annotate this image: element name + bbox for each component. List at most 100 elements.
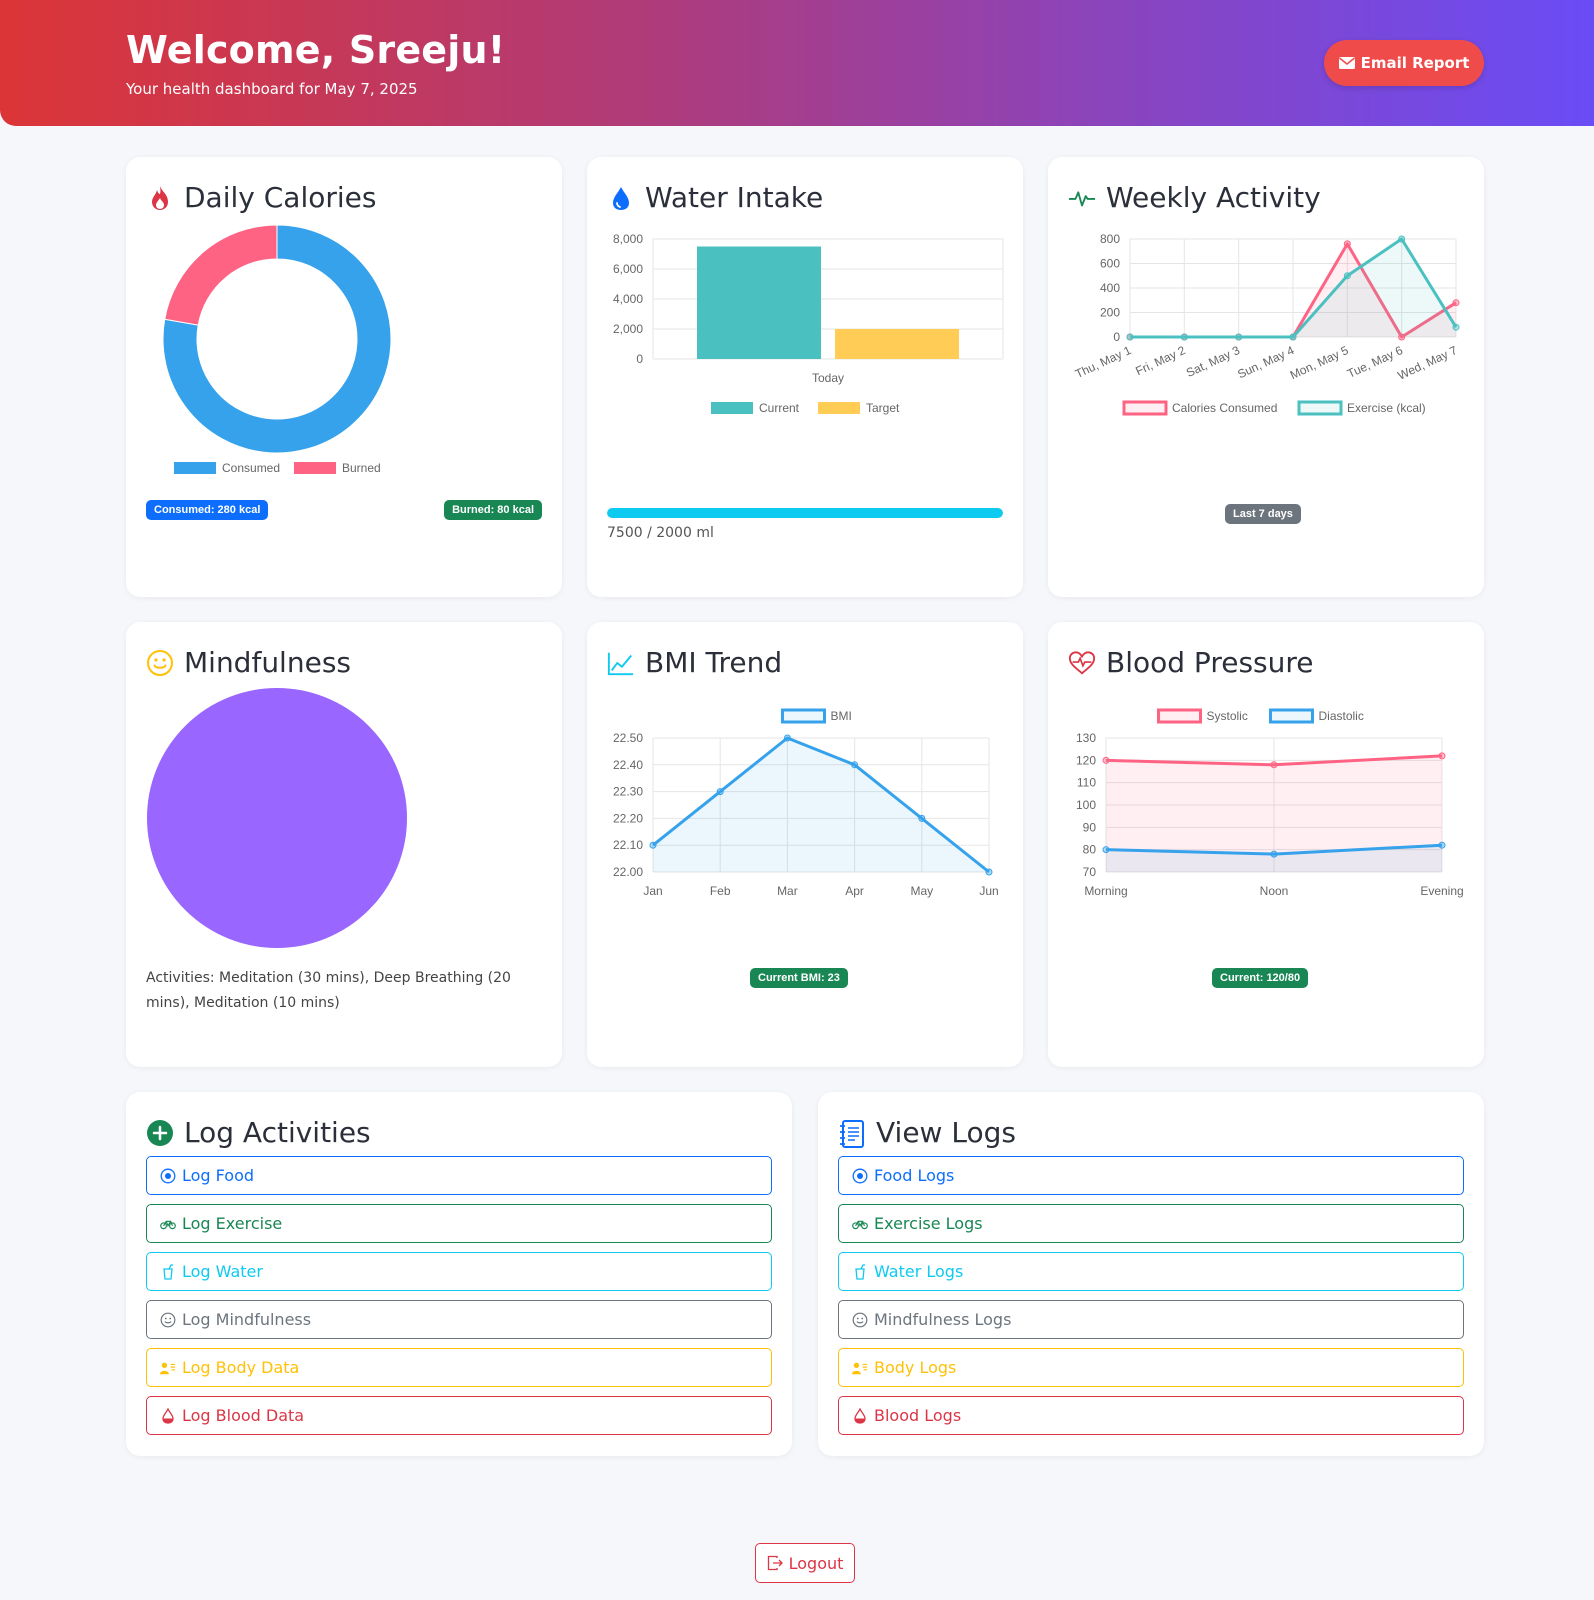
activity-pulse-icon bbox=[1068, 184, 1096, 212]
mindfulness-activities-text: Activities: Meditation (30 mins), Deep B… bbox=[146, 970, 511, 1011]
log-blood-data-label: Log Blood Data bbox=[182, 1406, 305, 1425]
legend-swatch-diastolic bbox=[1269, 708, 1314, 724]
log-body-data-button[interactable]: Log Body Data bbox=[146, 1348, 772, 1387]
x-tick-label: Wed, May 7 bbox=[1396, 343, 1460, 383]
data-point bbox=[851, 761, 859, 769]
legend-swatch-target bbox=[818, 402, 860, 414]
log-activities-title: Log Activities bbox=[184, 1116, 371, 1149]
legend-label-systolic: Systolic bbox=[1207, 709, 1248, 723]
legend-label-current: Current bbox=[759, 401, 800, 415]
legend-swatch-exercise-kcal- bbox=[1297, 400, 1343, 416]
data-point bbox=[783, 734, 791, 742]
logout-button[interactable]: Logout bbox=[755, 1543, 855, 1583]
log-exercise-label: Log Exercise bbox=[182, 1214, 283, 1233]
y-tick-label: 120 bbox=[1076, 753, 1096, 767]
last-7-days-badge: Last 7 days bbox=[1225, 504, 1301, 524]
data-point bbox=[1343, 240, 1351, 248]
log-mindfulness-label: Log Mindfulness bbox=[182, 1310, 312, 1329]
log-water-label: Log Water bbox=[182, 1262, 263, 1281]
weekly-activity-line-chart: 0 200 400 600 800 Thu, May 1 Fri, May 2Sat, Ma… bbox=[1073, 232, 1460, 416]
legend-swatch-current bbox=[711, 402, 753, 414]
x-tick-label: Fri, May 2 bbox=[1133, 343, 1188, 378]
log-food-label: Log Food bbox=[182, 1166, 255, 1185]
data-point bbox=[1398, 235, 1406, 243]
y-tick-label: 22.20 bbox=[613, 811, 643, 825]
water-progress-fill bbox=[607, 508, 1003, 518]
fire-icon bbox=[146, 184, 174, 212]
legend-label-diastolic: Diastolic bbox=[1319, 709, 1364, 723]
y-tick-label: 22.50 bbox=[613, 731, 643, 745]
bmi-trend-card: BMI Trend 22.00 22.10 22.20 22.30 22.40 22.50… bbox=[587, 622, 1023, 1067]
log-exercise-button[interactable]: Log Exercise bbox=[146, 1204, 772, 1243]
legend-label-bmi: BMI bbox=[831, 709, 852, 723]
legend-label-target: Target bbox=[866, 401, 900, 415]
y-tick-label: 8,000 bbox=[613, 232, 643, 246]
x-tick-label: Tue, May 6 bbox=[1345, 343, 1405, 381]
y-tick-label: 2,000 bbox=[613, 322, 643, 336]
body-logs-button[interactable]: Body Logs bbox=[838, 1348, 1464, 1387]
weekly-activity-title: Weekly Activity bbox=[1106, 181, 1321, 214]
graph-up-icon bbox=[607, 649, 635, 677]
plus-circle-icon bbox=[146, 1119, 174, 1147]
food-icon bbox=[852, 1168, 868, 1184]
x-tick-label: Feb bbox=[710, 884, 731, 898]
y-tick-label: 70 bbox=[1083, 865, 1097, 879]
data-point bbox=[1102, 756, 1110, 764]
bicycle-icon bbox=[852, 1216, 868, 1232]
water-logs-button[interactable]: Water Logs bbox=[838, 1252, 1464, 1291]
current-bp-badge: Current: 120/80 bbox=[1212, 968, 1309, 988]
legend-label-exercise-kcal-: Exercise (kcal) bbox=[1347, 401, 1426, 415]
water-logs-label: Water Logs bbox=[874, 1262, 964, 1281]
cup-straw-icon bbox=[160, 1263, 176, 1280]
log-food-button[interactable]: Log Food bbox=[146, 1156, 772, 1195]
food-logs-button[interactable]: Food Logs bbox=[838, 1156, 1464, 1195]
exercise-logs-label: Exercise Logs bbox=[874, 1214, 983, 1233]
food-icon bbox=[160, 1168, 176, 1184]
data-point bbox=[1180, 333, 1188, 341]
bmi-line-chart: 22.00 22.10 22.20 22.30 22.40 22.50 Jan Feb Mar A… bbox=[613, 708, 999, 898]
legend-label-consumed: Consumed bbox=[222, 461, 280, 475]
smile-icon bbox=[146, 649, 174, 677]
mindfulness-logs-button[interactable]: Mindfulness Logs bbox=[838, 1300, 1464, 1339]
x-tick-label: Morning bbox=[1084, 884, 1127, 898]
bmi-trend-title: BMI Trend bbox=[645, 646, 783, 679]
bicycle-icon bbox=[160, 1216, 176, 1232]
y-tick-label: 130 bbox=[1076, 731, 1096, 745]
x-tick-label: Jun bbox=[979, 884, 998, 898]
y-tick-label: 800 bbox=[1100, 232, 1120, 246]
y-tick-label: 4,000 bbox=[613, 292, 643, 306]
log-blood-data-button[interactable]: Log Blood Data bbox=[146, 1396, 772, 1435]
x-tick-label: Noon bbox=[1260, 884, 1289, 898]
email-report-label: Email Report bbox=[1360, 54, 1470, 72]
x-tick-label: Thu, May 1 bbox=[1073, 343, 1134, 381]
exercise-logs-button[interactable]: Exercise Logs bbox=[838, 1204, 1464, 1243]
data-point bbox=[1438, 752, 1446, 760]
data-point bbox=[1452, 323, 1460, 331]
legend-swatch-consumed bbox=[174, 462, 216, 474]
log-mindfulness-button[interactable]: Log Mindfulness bbox=[146, 1300, 772, 1339]
pie-slice bbox=[145, 686, 409, 950]
water-intake-title: Water Intake bbox=[645, 181, 824, 214]
y-tick-label: 110 bbox=[1077, 776, 1096, 790]
email-report-button[interactable]: Email Report bbox=[1324, 40, 1484, 86]
current-bmi-badge: Current BMI: 23 bbox=[750, 968, 848, 988]
y-tick-label: 80 bbox=[1083, 843, 1097, 857]
bar-current bbox=[697, 246, 821, 359]
daily-calories-card: Daily Calories Consumed Burned Consumed: … bbox=[126, 157, 562, 597]
y-tick-label: 200 bbox=[1100, 306, 1120, 320]
data-point bbox=[1343, 272, 1351, 280]
log-water-button[interactable]: Log Water bbox=[146, 1252, 772, 1291]
y-tick-label: 0 bbox=[1113, 330, 1120, 344]
cup-straw-icon bbox=[852, 1263, 868, 1280]
blood-logs-button[interactable]: Blood Logs bbox=[838, 1396, 1464, 1435]
consumed-badge: Consumed: 280 kcal bbox=[146, 500, 269, 520]
legend-swatch-systolic bbox=[1157, 708, 1202, 724]
data-point bbox=[1126, 333, 1134, 341]
x-tick-label: May bbox=[910, 884, 933, 898]
x-tick-label: Apr bbox=[845, 884, 864, 898]
welcome-title: Welcome, Sreeju! bbox=[126, 28, 506, 72]
mindfulness-title: Mindfulness bbox=[184, 646, 351, 679]
water-bar-chart: 0 2,000 4,000 6,000 8,000 Today Current Target bbox=[613, 232, 1004, 415]
y-tick-label: 6,000 bbox=[613, 262, 643, 276]
legend-label-calories-consumed: Calories Consumed bbox=[1172, 401, 1277, 415]
